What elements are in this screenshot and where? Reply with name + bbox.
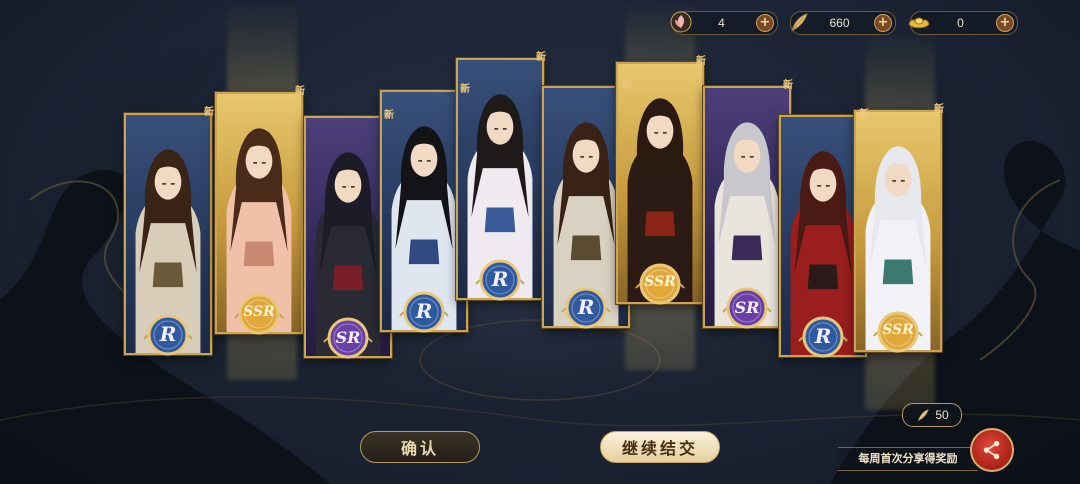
- share-reward-banner: 每周首次分享得奖励: [838, 447, 978, 471]
- rarity-label: SSR: [243, 304, 275, 320]
- new-tag: 新: [384, 110, 394, 121]
- rarity-badge-r: R: [474, 254, 526, 306]
- feather-icon: [785, 8, 813, 36]
- rarity-badge-ssr: SSR: [233, 288, 285, 340]
- rarity-label: R: [577, 295, 595, 319]
- rarity-label: SSR: [644, 274, 676, 290]
- share-reward: 50: [902, 403, 962, 427]
- new-tag: 新: [460, 84, 470, 95]
- new-tag: 新: [783, 80, 793, 91]
- rarity-label: R: [491, 267, 509, 291]
- rarity-badge-r: R: [797, 311, 849, 363]
- new-tag: 新: [859, 109, 869, 120]
- rarity-label: R: [415, 299, 433, 323]
- continue-draw-button[interactable]: 继续结交: [600, 431, 720, 463]
- add-feather-button[interactable]: +: [874, 14, 892, 32]
- add-ingot-button[interactable]: +: [996, 14, 1014, 32]
- rarity-badge-sr: SR: [721, 282, 773, 334]
- new-tag: 新: [536, 52, 546, 63]
- rarity-label: SR: [734, 298, 760, 317]
- rarity-badge-r: R: [142, 309, 194, 361]
- gold-ingot-icon: [905, 8, 933, 36]
- rarity-badge-ssr: SSR: [872, 306, 924, 358]
- currency-feather: 660 +: [790, 11, 896, 35]
- new-tag: 新: [696, 56, 706, 67]
- feather-icon: [918, 409, 930, 421]
- add-peach-button[interactable]: +: [756, 14, 774, 32]
- rarity-label: R: [159, 322, 177, 346]
- share-icon: [983, 440, 1000, 460]
- share-button[interactable]: [970, 428, 1014, 472]
- currency-ingot: 0 +: [908, 11, 1018, 35]
- rarity-label: SSR: [882, 322, 914, 338]
- confirm-button[interactable]: 确认: [360, 431, 480, 463]
- currency-peach: 4 +: [670, 11, 778, 35]
- rarity-label: SR: [335, 328, 361, 347]
- rarity-badge-r: R: [398, 286, 450, 338]
- new-tag: 新: [934, 104, 944, 115]
- new-tag: 新: [622, 80, 632, 91]
- rarity-badge-ssr: SSR: [634, 258, 686, 310]
- new-tag: 新: [295, 86, 305, 97]
- rarity-label: R: [814, 324, 832, 348]
- rarity-badge-sr: SR: [322, 312, 374, 364]
- share-reward-count: 50: [935, 408, 949, 422]
- new-tag: 新: [204, 107, 214, 118]
- peach-blossom-icon: [667, 8, 695, 36]
- rarity-badge-r: R: [560, 282, 612, 334]
